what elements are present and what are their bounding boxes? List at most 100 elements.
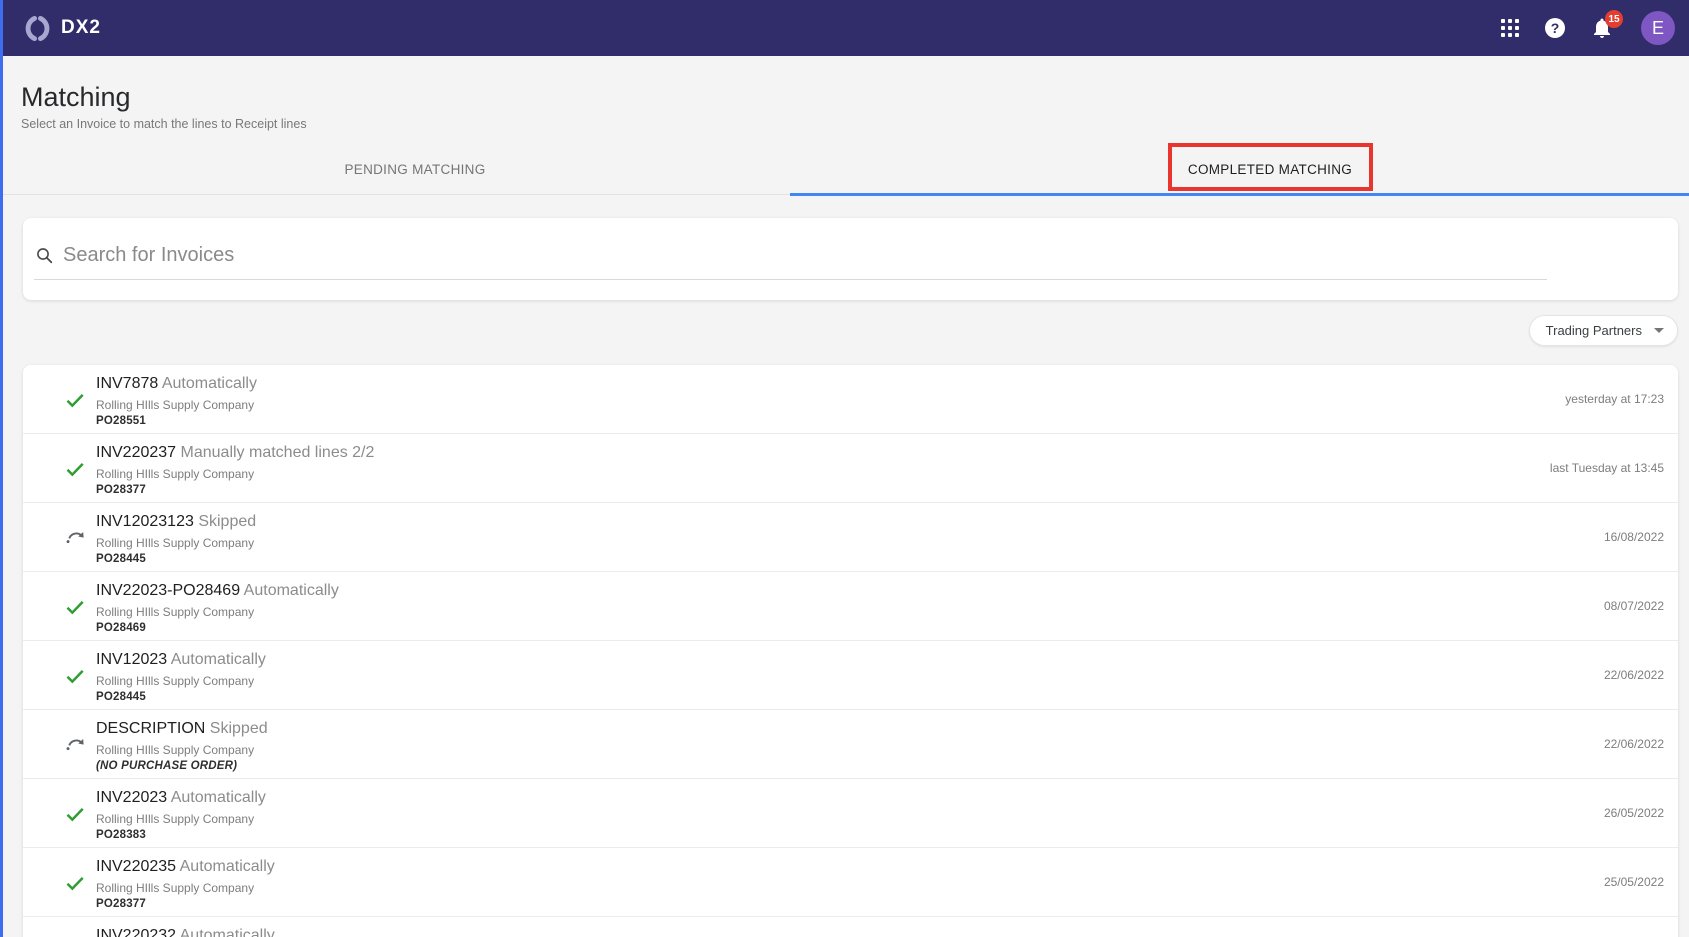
invoice-status: Automatically bbox=[170, 651, 266, 668]
invoice-row[interactable]: INV7878 Automatically Rolling HIlls Supp… bbox=[23, 365, 1678, 434]
invoice-date: last Tuesday at 13:45 bbox=[1549, 461, 1664, 475]
invoice-po: PO28445 bbox=[96, 691, 146, 703]
search-input[interactable] bbox=[63, 243, 1658, 267]
invoice-date: 25/05/2022 bbox=[1603, 875, 1664, 889]
page-subtitle: Select an Invoice to match the lines to … bbox=[21, 117, 307, 131]
trading-partners-label: Trading Partners bbox=[1545, 323, 1642, 338]
invoice-date: 22/06/2022 bbox=[1603, 737, 1664, 751]
invoice-status: Automatically bbox=[170, 789, 266, 806]
invoice-search-card bbox=[23, 218, 1678, 300]
invoice-date: 22/06/2022 bbox=[1603, 668, 1664, 682]
invoice-title: INV7878 Automatically bbox=[96, 374, 1538, 394]
invoice-number: INV220232 bbox=[96, 927, 177, 937]
invoice-company: Rolling HIlls Supply Company bbox=[96, 467, 255, 481]
window-edge-highlight bbox=[0, 0, 3, 937]
check-icon bbox=[66, 877, 84, 891]
invoice-number: INV12023123 bbox=[96, 513, 194, 530]
invoice-company: Rolling HIlls Supply Company bbox=[96, 674, 255, 688]
invoice-title: INV220235 Automatically bbox=[96, 857, 1538, 877]
invoice-row[interactable]: INV22023 Automatically Rolling HIlls Sup… bbox=[23, 779, 1678, 848]
invoice-status: Automatically bbox=[179, 858, 275, 875]
invoice-number: INV220235 bbox=[96, 858, 177, 875]
notifications-button[interactable]: 15 bbox=[1590, 10, 1623, 40]
invoice-list: INV7878 Automatically Rolling HIlls Supp… bbox=[23, 365, 1678, 937]
invoice-row[interactable]: INV12023 Automatically Rolling HIlls Sup… bbox=[23, 641, 1678, 710]
invoice-row[interactable]: INV220237 Manually matched lines 2/2 Rol… bbox=[23, 434, 1678, 503]
apps-grid-icon[interactable] bbox=[1501, 18, 1520, 38]
invoice-number: INV22023-PO28469 bbox=[96, 582, 241, 599]
invoice-company: Rolling HIlls Supply Company bbox=[96, 536, 255, 550]
invoice-number: INV220237 bbox=[96, 444, 177, 461]
invoice-number: INV7878 bbox=[96, 375, 159, 392]
invoice-company: Rolling HIlls Supply Company bbox=[96, 881, 255, 895]
invoice-number: INV12023 bbox=[96, 651, 168, 668]
invoice-status: Automatically bbox=[243, 582, 339, 599]
row-status-icon bbox=[64, 389, 86, 411]
invoice-date: yesterday at 17:23 bbox=[1565, 392, 1664, 406]
check-icon bbox=[66, 601, 84, 615]
invoice-company: Rolling HIlls Supply Company bbox=[96, 743, 255, 757]
invoice-po: PO28377 bbox=[96, 484, 146, 496]
search-underline bbox=[34, 279, 1547, 280]
invoice-row[interactable]: INV12023123 Skipped Rolling HIlls Supply… bbox=[23, 503, 1678, 572]
check-icon bbox=[66, 670, 84, 684]
invoice-row[interactable]: DESCRIPTION Skipped Rolling HIlls Supply… bbox=[23, 710, 1678, 779]
help-icon[interactable]: ? bbox=[1545, 18, 1565, 38]
invoice-date: 08/07/2022 bbox=[1603, 599, 1664, 613]
invoice-title: INV220237 Manually matched lines 2/2 bbox=[96, 443, 1538, 463]
invoice-status: Skipped bbox=[209, 720, 268, 737]
check-icon bbox=[66, 808, 84, 822]
tab-pending-matching[interactable]: PENDING MATCHING bbox=[344, 143, 485, 195]
invoice-status: Manually matched lines 2/2 bbox=[180, 444, 375, 461]
invoice-row[interactable]: INV22023-PO28469 Automatically Rolling H… bbox=[23, 572, 1678, 641]
invoice-date: 16/08/2022 bbox=[1603, 530, 1664, 544]
row-status-icon bbox=[64, 872, 86, 894]
invoice-po: PO28383 bbox=[96, 829, 146, 841]
row-status-icon bbox=[64, 458, 86, 480]
page-title: Matching bbox=[21, 82, 131, 112]
notification-badge: 15 bbox=[1605, 10, 1623, 28]
invoice-title: INV22023-PO28469 Automatically bbox=[96, 581, 1538, 601]
invoice-date: 26/05/2022 bbox=[1603, 806, 1664, 820]
invoice-row[interactable]: INV220232 Automatically bbox=[23, 917, 1678, 937]
check-icon bbox=[66, 463, 84, 477]
invoice-status: Automatically bbox=[179, 927, 275, 937]
dx2-logo-icon bbox=[25, 15, 50, 41]
row-status-icon bbox=[64, 665, 86, 687]
top-nav-bar: DX2 ? 15 E bbox=[0, 0, 1689, 56]
invoice-company: Rolling HIlls Supply Company bbox=[96, 398, 255, 412]
invoice-company: Rolling HIlls Supply Company bbox=[96, 812, 255, 826]
invoice-po: PO28469 bbox=[96, 622, 146, 634]
dx2-logo[interactable]: DX2 bbox=[24, 15, 101, 42]
invoice-po: PO28445 bbox=[96, 553, 146, 565]
invoice-title: INV12023 Automatically bbox=[96, 650, 1538, 670]
invoice-po: (NO PURCHASE ORDER) bbox=[96, 760, 238, 772]
row-status-icon bbox=[64, 527, 86, 549]
invoice-company: Rolling HIlls Supply Company bbox=[96, 605, 255, 619]
active-tab-indicator bbox=[790, 193, 1689, 196]
invoice-status: Skipped bbox=[198, 513, 257, 530]
skip-redo-icon bbox=[66, 532, 84, 544]
check-icon bbox=[66, 394, 84, 408]
row-status-icon bbox=[64, 596, 86, 618]
row-status-icon bbox=[64, 803, 86, 825]
tab-completed-matching[interactable]: COMPLETED MATCHING bbox=[1188, 143, 1352, 195]
invoice-status: Automatically bbox=[161, 375, 257, 392]
invoice-title: INV220232 Automatically bbox=[96, 926, 1538, 937]
skip-redo-icon bbox=[66, 739, 84, 751]
invoice-number: DESCRIPTION bbox=[96, 720, 206, 737]
logo-text: DX2 bbox=[61, 17, 101, 38]
invoice-number: INV22023 bbox=[96, 789, 168, 806]
invoice-po: PO28377 bbox=[96, 898, 146, 910]
user-avatar[interactable]: E bbox=[1641, 11, 1675, 45]
tab-bar: PENDING MATCHING COMPLETED MATCHING bbox=[0, 143, 1689, 196]
invoice-title: INV22023 Automatically bbox=[96, 788, 1538, 808]
row-status-icon bbox=[64, 734, 86, 756]
trading-partners-dropdown[interactable]: Trading Partners bbox=[1528, 315, 1678, 346]
invoice-row[interactable]: INV220235 Automatically Rolling HIlls Su… bbox=[23, 848, 1678, 917]
search-icon bbox=[37, 247, 53, 263]
chevron-down-icon bbox=[1654, 328, 1664, 333]
invoice-title: INV12023123 Skipped bbox=[96, 512, 1538, 532]
invoice-title: DESCRIPTION Skipped bbox=[96, 719, 1538, 739]
invoice-po: PO28551 bbox=[96, 415, 146, 427]
